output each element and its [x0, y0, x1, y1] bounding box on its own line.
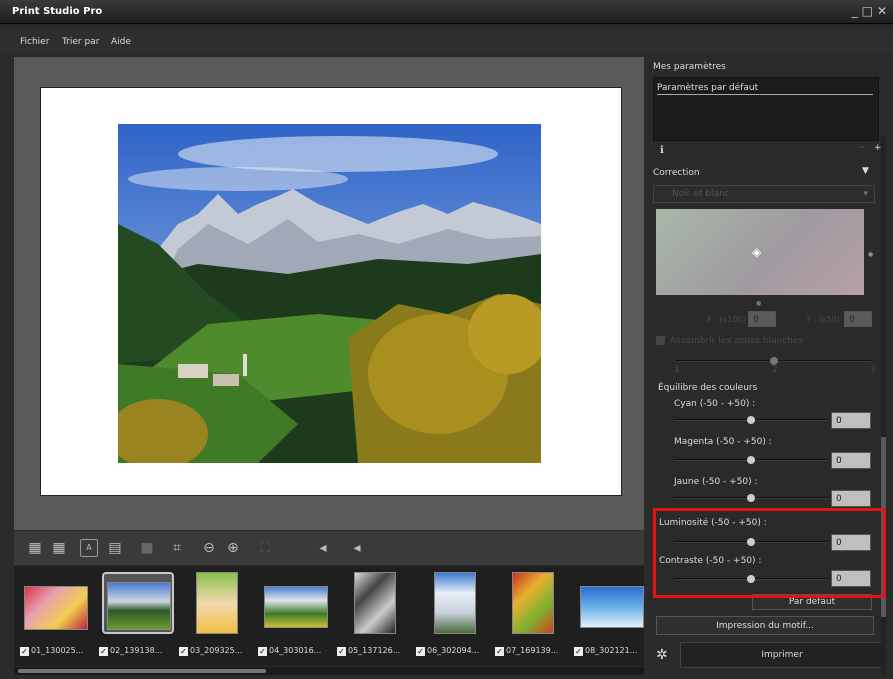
fit-icon[interactable]: ⛶: [256, 539, 274, 557]
remove-preset-icon[interactable]: −: [858, 143, 866, 153]
preset-item[interactable]: Paramètres par défaut: [657, 83, 873, 95]
magenta-value[interactable]: 0: [831, 452, 871, 469]
tick-2: 2: [772, 365, 778, 375]
assombrir-label: Assombrir les zones blanches: [670, 336, 804, 346]
thumbnail-3[interactable]: [196, 572, 240, 634]
thumbnail-label-6[interactable]: ✓ 06_302094...: [416, 646, 479, 656]
slider-knob[interactable]: [747, 416, 755, 424]
jaune-slider[interactable]: [674, 494, 828, 502]
checkbox-icon[interactable]: ✓: [337, 647, 346, 656]
tick-1: 1: [674, 365, 680, 375]
thumbnail-4[interactable]: [264, 572, 328, 634]
menu-aide[interactable]: Aide: [111, 37, 131, 47]
frame-icon[interactable]: ■: [138, 539, 156, 557]
scrollbar-thumb[interactable]: [18, 669, 266, 673]
landscape-image: [118, 124, 541, 463]
thumbnail-5[interactable]: [354, 572, 396, 634]
thumbnail-label-1[interactable]: ✓ 01_130025...: [20, 646, 83, 656]
thumbnail-6[interactable]: [434, 572, 476, 634]
slider-knob[interactable]: [770, 357, 778, 365]
print-button[interactable]: Imprimer: [680, 642, 884, 668]
checkbox-icon[interactable]: ✓: [99, 647, 108, 656]
magenta-label: Magenta (-50 - +50) :: [674, 437, 772, 447]
paper-preview: [40, 87, 622, 496]
cyan-value[interactable]: 0: [831, 412, 871, 429]
crosshair-icon[interactable]: ◈: [752, 245, 761, 259]
checkbox-icon[interactable]: ✓: [258, 647, 267, 656]
thumbnail-label-3[interactable]: ✓ 03_209325...: [179, 646, 242, 656]
info-icon[interactable]: ℹ: [660, 145, 664, 156]
y-label: Y : (x50): [806, 315, 840, 324]
thumbnail-7[interactable]: [512, 572, 554, 634]
checkbox-icon[interactable]: ✓: [20, 647, 29, 656]
chevron-down-icon: ▾: [863, 189, 868, 199]
thumbnail-label-5[interactable]: ✓ 05_137126...: [337, 646, 400, 656]
preview-toolbar: ▦ ▦ A ▤ ■ ⌗ ⊖ ⊕ ⛶ ◂ ◂: [14, 531, 644, 565]
layout-icon[interactable]: ▦: [26, 539, 44, 557]
title-bar: Print Studio Pro _ □ ✕: [0, 0, 893, 24]
menu-bar: Fichier Trier par Aide: [0, 30, 893, 54]
pattern-print-button[interactable]: Impression du motif...: [656, 616, 874, 635]
crop-icon[interactable]: ⌗: [168, 539, 186, 557]
jaune-label: Jaune (-50 - +50) :: [674, 477, 758, 487]
page-icon[interactable]: ▤: [106, 539, 124, 557]
thumbnail-8[interactable]: [580, 572, 644, 634]
x-label: X : (x100): [706, 315, 746, 324]
balance-title: Équilibre des couleurs: [658, 383, 758, 393]
presets-list: Paramètres par défaut: [653, 77, 879, 141]
thumbnail-2[interactable]: [102, 572, 174, 634]
thumbnail-label-7[interactable]: ✓ 07_169139...: [495, 646, 558, 656]
cyan-slider[interactable]: [674, 416, 828, 424]
pad-dot: ●: [868, 251, 874, 258]
preview-area: [14, 57, 644, 530]
minimize-icon[interactable]: _: [852, 4, 858, 18]
menu-fichier[interactable]: Fichier: [20, 37, 49, 47]
layout-alt-icon[interactable]: ▦: [50, 539, 68, 557]
close-icon[interactable]: ✕: [877, 4, 887, 18]
thumbnail-scrollbar[interactable]: [14, 667, 644, 675]
highlight-box: [653, 508, 886, 598]
tick-3: 3: [870, 365, 876, 375]
jaune-value[interactable]: 0: [831, 490, 871, 507]
checkbox-icon[interactable]: ✓: [179, 647, 188, 656]
settings-gear-icon[interactable]: ✲: [656, 647, 668, 663]
zoom-in-icon[interactable]: ⊕: [224, 539, 242, 557]
window-controls: _ □ ✕: [852, 4, 887, 18]
magenta-slider[interactable]: [674, 456, 828, 464]
preview-photo: [118, 124, 541, 463]
x-value-field[interactable]: 0: [748, 311, 776, 327]
app-title: Print Studio Pro: [12, 6, 103, 17]
prev-arrow-icon[interactable]: ◂: [314, 539, 332, 557]
assombrir-slider[interactable]: [676, 357, 872, 365]
checkbox-icon[interactable]: ✓: [416, 647, 425, 656]
thumbnail-1[interactable]: [24, 572, 88, 634]
cyan-label: Cyan (-50 - +50) :: [674, 399, 756, 409]
collapse-arrow-icon[interactable]: ▼: [862, 166, 869, 176]
assombrir-checkbox[interactable]: [656, 336, 665, 345]
correction-title: Correction: [653, 168, 700, 178]
zoom-out-icon[interactable]: ⊖: [200, 539, 218, 557]
slider-knob[interactable]: [747, 494, 755, 502]
maximize-icon[interactable]: □: [862, 4, 873, 18]
thumbnail-label-2[interactable]: ✓ 02_139138...: [99, 646, 162, 656]
thumbnail-label-8[interactable]: ✓ 08_302121...: [574, 646, 637, 656]
next-arrow-icon[interactable]: ◂: [348, 539, 366, 557]
slider-knob[interactable]: [747, 456, 755, 464]
y-value-field[interactable]: 0: [844, 311, 872, 327]
color-adjust-pad[interactable]: ◈: [656, 209, 864, 295]
checkbox-icon[interactable]: ✓: [574, 647, 583, 656]
checkbox-icon[interactable]: ✓: [495, 647, 504, 656]
thumbnail-strip: ✓ 01_130025... ✓ 02_139138... ✓ 03_209325..…: [14, 566, 644, 666]
text-icon[interactable]: A: [80, 539, 98, 557]
mes-parametres-title: Mes paramètres: [653, 62, 726, 72]
thumbnail-label-4[interactable]: ✓ 04_303016...: [258, 646, 321, 656]
pad-dot-bottom: ●: [756, 300, 762, 307]
mode-select[interactable]: Noir et blanc ▾: [653, 185, 875, 203]
menu-trier-par[interactable]: Trier par: [62, 37, 99, 47]
